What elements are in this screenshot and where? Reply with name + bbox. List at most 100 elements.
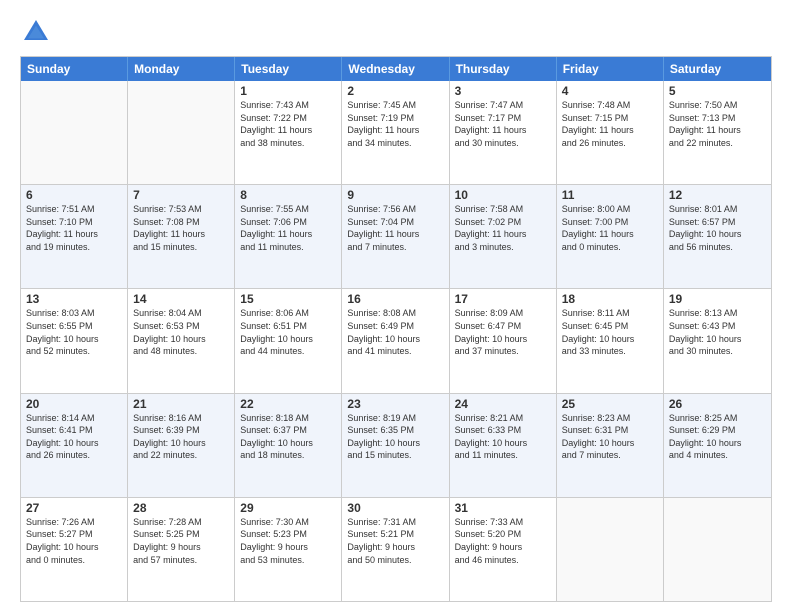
- day-info: Sunrise: 7:45 AM Sunset: 7:19 PM Dayligh…: [347, 99, 443, 149]
- cal-cell-row2-col6: 11Sunrise: 8:00 AM Sunset: 7:00 PM Dayli…: [557, 185, 664, 288]
- day-info: Sunrise: 8:11 AM Sunset: 6:45 PM Dayligh…: [562, 307, 658, 357]
- day-number: 8: [240, 188, 336, 202]
- page-header: [20, 16, 772, 48]
- day-info: Sunrise: 7:55 AM Sunset: 7:06 PM Dayligh…: [240, 203, 336, 253]
- header-day-friday: Friday: [557, 57, 664, 81]
- cal-cell-row5-col3: 29Sunrise: 7:30 AM Sunset: 5:23 PM Dayli…: [235, 498, 342, 601]
- day-info: Sunrise: 7:56 AM Sunset: 7:04 PM Dayligh…: [347, 203, 443, 253]
- cal-cell-row1-col7: 5Sunrise: 7:50 AM Sunset: 7:13 PM Daylig…: [664, 81, 771, 184]
- day-number: 13: [26, 292, 122, 306]
- calendar-row-1: 1Sunrise: 7:43 AM Sunset: 7:22 PM Daylig…: [21, 81, 771, 184]
- day-number: 21: [133, 397, 229, 411]
- day-info: Sunrise: 7:51 AM Sunset: 7:10 PM Dayligh…: [26, 203, 122, 253]
- day-info: Sunrise: 8:03 AM Sunset: 6:55 PM Dayligh…: [26, 307, 122, 357]
- day-number: 30: [347, 501, 443, 515]
- logo-icon: [20, 16, 52, 48]
- day-number: 18: [562, 292, 658, 306]
- day-number: 1: [240, 84, 336, 98]
- day-number: 20: [26, 397, 122, 411]
- day-info: Sunrise: 8:06 AM Sunset: 6:51 PM Dayligh…: [240, 307, 336, 357]
- calendar-row-5: 27Sunrise: 7:26 AM Sunset: 5:27 PM Dayli…: [21, 497, 771, 601]
- cal-cell-row5-col2: 28Sunrise: 7:28 AM Sunset: 5:25 PM Dayli…: [128, 498, 235, 601]
- header-day-sunday: Sunday: [21, 57, 128, 81]
- day-number: 31: [455, 501, 551, 515]
- day-info: Sunrise: 7:47 AM Sunset: 7:17 PM Dayligh…: [455, 99, 551, 149]
- day-number: 7: [133, 188, 229, 202]
- cal-cell-row3-col1: 13Sunrise: 8:03 AM Sunset: 6:55 PM Dayli…: [21, 289, 128, 392]
- cal-cell-row3-col5: 17Sunrise: 8:09 AM Sunset: 6:47 PM Dayli…: [450, 289, 557, 392]
- day-number: 6: [26, 188, 122, 202]
- day-info: Sunrise: 8:13 AM Sunset: 6:43 PM Dayligh…: [669, 307, 766, 357]
- cal-cell-row4-col2: 21Sunrise: 8:16 AM Sunset: 6:39 PM Dayli…: [128, 394, 235, 497]
- day-info: Sunrise: 7:30 AM Sunset: 5:23 PM Dayligh…: [240, 516, 336, 566]
- logo: [20, 16, 56, 48]
- day-info: Sunrise: 8:08 AM Sunset: 6:49 PM Dayligh…: [347, 307, 443, 357]
- cal-cell-row5-col4: 30Sunrise: 7:31 AM Sunset: 5:21 PM Dayli…: [342, 498, 449, 601]
- cal-cell-row1-col3: 1Sunrise: 7:43 AM Sunset: 7:22 PM Daylig…: [235, 81, 342, 184]
- cal-cell-row2-col5: 10Sunrise: 7:58 AM Sunset: 7:02 PM Dayli…: [450, 185, 557, 288]
- day-info: Sunrise: 7:43 AM Sunset: 7:22 PM Dayligh…: [240, 99, 336, 149]
- cal-cell-row1-col4: 2Sunrise: 7:45 AM Sunset: 7:19 PM Daylig…: [342, 81, 449, 184]
- day-number: 12: [669, 188, 766, 202]
- header-day-wednesday: Wednesday: [342, 57, 449, 81]
- calendar-row-4: 20Sunrise: 8:14 AM Sunset: 6:41 PM Dayli…: [21, 393, 771, 497]
- day-info: Sunrise: 8:19 AM Sunset: 6:35 PM Dayligh…: [347, 412, 443, 462]
- day-info: Sunrise: 7:28 AM Sunset: 5:25 PM Dayligh…: [133, 516, 229, 566]
- day-number: 27: [26, 501, 122, 515]
- day-info: Sunrise: 8:18 AM Sunset: 6:37 PM Dayligh…: [240, 412, 336, 462]
- day-number: 28: [133, 501, 229, 515]
- cal-cell-row3-col7: 19Sunrise: 8:13 AM Sunset: 6:43 PM Dayli…: [664, 289, 771, 392]
- cal-cell-row4-col7: 26Sunrise: 8:25 AM Sunset: 6:29 PM Dayli…: [664, 394, 771, 497]
- day-info: Sunrise: 7:31 AM Sunset: 5:21 PM Dayligh…: [347, 516, 443, 566]
- day-number: 19: [669, 292, 766, 306]
- day-info: Sunrise: 8:23 AM Sunset: 6:31 PM Dayligh…: [562, 412, 658, 462]
- day-info: Sunrise: 8:00 AM Sunset: 7:00 PM Dayligh…: [562, 203, 658, 253]
- day-number: 14: [133, 292, 229, 306]
- cal-cell-row3-col2: 14Sunrise: 8:04 AM Sunset: 6:53 PM Dayli…: [128, 289, 235, 392]
- day-number: 29: [240, 501, 336, 515]
- header-day-tuesday: Tuesday: [235, 57, 342, 81]
- cal-cell-row2-col2: 7Sunrise: 7:53 AM Sunset: 7:08 PM Daylig…: [128, 185, 235, 288]
- cal-cell-row2-col4: 9Sunrise: 7:56 AM Sunset: 7:04 PM Daylig…: [342, 185, 449, 288]
- day-info: Sunrise: 7:48 AM Sunset: 7:15 PM Dayligh…: [562, 99, 658, 149]
- calendar-header: SundayMondayTuesdayWednesdayThursdayFrid…: [21, 57, 771, 81]
- cal-cell-row2-col7: 12Sunrise: 8:01 AM Sunset: 6:57 PM Dayli…: [664, 185, 771, 288]
- day-number: 22: [240, 397, 336, 411]
- day-info: Sunrise: 8:25 AM Sunset: 6:29 PM Dayligh…: [669, 412, 766, 462]
- day-number: 15: [240, 292, 336, 306]
- day-info: Sunrise: 8:21 AM Sunset: 6:33 PM Dayligh…: [455, 412, 551, 462]
- day-number: 25: [562, 397, 658, 411]
- header-day-saturday: Saturday: [664, 57, 771, 81]
- day-number: 2: [347, 84, 443, 98]
- day-info: Sunrise: 7:26 AM Sunset: 5:27 PM Dayligh…: [26, 516, 122, 566]
- day-number: 3: [455, 84, 551, 98]
- cal-cell-row5-col7: [664, 498, 771, 601]
- cal-cell-row4-col5: 24Sunrise: 8:21 AM Sunset: 6:33 PM Dayli…: [450, 394, 557, 497]
- cal-cell-row1-col1: [21, 81, 128, 184]
- day-info: Sunrise: 8:01 AM Sunset: 6:57 PM Dayligh…: [669, 203, 766, 253]
- cal-cell-row3-col4: 16Sunrise: 8:08 AM Sunset: 6:49 PM Dayli…: [342, 289, 449, 392]
- day-info: Sunrise: 8:09 AM Sunset: 6:47 PM Dayligh…: [455, 307, 551, 357]
- cal-cell-row4-col6: 25Sunrise: 8:23 AM Sunset: 6:31 PM Dayli…: [557, 394, 664, 497]
- cal-cell-row4-col3: 22Sunrise: 8:18 AM Sunset: 6:37 PM Dayli…: [235, 394, 342, 497]
- day-info: Sunrise: 7:53 AM Sunset: 7:08 PM Dayligh…: [133, 203, 229, 253]
- day-info: Sunrise: 8:16 AM Sunset: 6:39 PM Dayligh…: [133, 412, 229, 462]
- cal-cell-row1-col6: 4Sunrise: 7:48 AM Sunset: 7:15 PM Daylig…: [557, 81, 664, 184]
- cal-cell-row1-col5: 3Sunrise: 7:47 AM Sunset: 7:17 PM Daylig…: [450, 81, 557, 184]
- day-number: 17: [455, 292, 551, 306]
- day-number: 24: [455, 397, 551, 411]
- day-info: Sunrise: 7:50 AM Sunset: 7:13 PM Dayligh…: [669, 99, 766, 149]
- header-day-monday: Monday: [128, 57, 235, 81]
- day-info: Sunrise: 7:58 AM Sunset: 7:02 PM Dayligh…: [455, 203, 551, 253]
- cal-cell-row1-col2: [128, 81, 235, 184]
- day-number: 16: [347, 292, 443, 306]
- day-info: Sunrise: 8:14 AM Sunset: 6:41 PM Dayligh…: [26, 412, 122, 462]
- day-number: 9: [347, 188, 443, 202]
- calendar-row-3: 13Sunrise: 8:03 AM Sunset: 6:55 PM Dayli…: [21, 288, 771, 392]
- cal-cell-row3-col6: 18Sunrise: 8:11 AM Sunset: 6:45 PM Dayli…: [557, 289, 664, 392]
- calendar-row-2: 6Sunrise: 7:51 AM Sunset: 7:10 PM Daylig…: [21, 184, 771, 288]
- cal-cell-row3-col3: 15Sunrise: 8:06 AM Sunset: 6:51 PM Dayli…: [235, 289, 342, 392]
- day-info: Sunrise: 7:33 AM Sunset: 5:20 PM Dayligh…: [455, 516, 551, 566]
- cal-cell-row4-col1: 20Sunrise: 8:14 AM Sunset: 6:41 PM Dayli…: [21, 394, 128, 497]
- day-number: 26: [669, 397, 766, 411]
